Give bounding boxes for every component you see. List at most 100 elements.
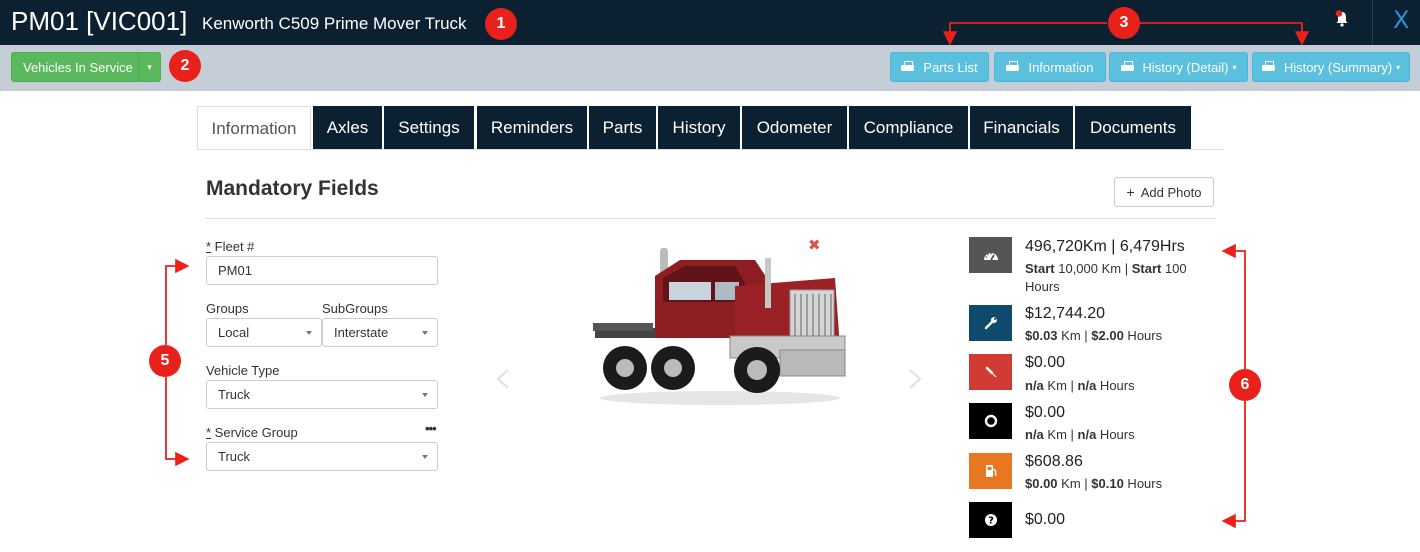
other-cost: $0.00 [1025,511,1066,528]
chevron-down-icon [422,393,428,397]
start-hours: 100 [1161,261,1187,276]
screwdriver-icon [969,354,1012,390]
subgroups-select[interactable]: Interstate [322,318,438,347]
groups-value: Local [218,325,250,340]
subgroups-label: SubGroups [322,301,388,316]
tab-axles[interactable]: Axles [313,106,382,150]
vehicle-code: PM01 [VIC001] [11,6,188,36]
caret-down-icon: ▾ [1396,62,1401,72]
more-options-icon[interactable]: ••• [425,421,437,436]
tab-documents[interactable]: Documents [1075,106,1191,150]
tab-odometer[interactable]: Odometer [742,106,847,150]
chevron-down-icon [422,455,428,459]
service-cost: $12,744.20 [1025,305,1106,322]
section-title: Mandatory Fields [206,177,379,200]
status-button-label: Vehicles In Service [23,60,133,75]
rate-unit: Hours [1123,476,1163,491]
printer-icon [1006,61,1020,73]
wrench-icon [969,305,1012,341]
service-group-value: Truck [218,449,251,464]
service-group-select[interactable]: Truck [206,442,438,471]
rate-hours: n/a [1077,378,1097,393]
start-km: 10,000 Km | [1054,261,1132,276]
groups-label: Groups [206,301,249,316]
tab-settings[interactable]: Settings [384,106,474,150]
fuel-cost-rate: $0.00 Km | $0.10 Hours [1025,475,1162,493]
tab-parts[interactable]: Parts [589,106,656,150]
subgroups-value: Interstate [334,325,389,340]
tab-reminders[interactable]: Reminders [477,106,587,150]
printer-icon [1120,61,1134,73]
vehicle-type-select[interactable]: Truck [206,380,438,409]
section-divider [206,218,1215,219]
repair-cost: $0.00 [1025,354,1066,371]
rate-unit: Hours [1096,378,1135,393]
repair-cost-rate: n/a Km | n/a Hours [1025,377,1135,395]
annotation-badge-2: 2 [169,50,201,82]
print-parts-list-button[interactable]: Parts List [890,52,989,82]
rate-km: $0.03 [1025,328,1058,343]
chevron-down-icon[interactable]: ▾ [138,53,160,81]
printer-icon [901,61,915,73]
tab-information[interactable]: Information [197,106,311,150]
topbar-divider [1372,0,1373,45]
rate-km: $0.00 [1025,476,1058,491]
odometer-total: 496,720Km | 6,479Hrs [1025,238,1185,255]
tyre-icon [969,403,1012,439]
caret-down-icon: ▾ [1232,62,1237,72]
vehicle-type-value: Truck [218,387,251,402]
close-button[interactable]: X [1393,6,1409,34]
tyre-cost-rate: n/a Km | n/a Hours [1025,426,1135,444]
annotation-badge-6: 6 [1229,369,1261,401]
rate-unit: Km | [1043,427,1078,442]
vehicle-type-label: Vehicle Type [206,363,280,378]
tab-history[interactable]: History [658,106,740,150]
remove-photo-icon[interactable]: ✖ [808,236,821,254]
annotation-badge-1: 1 [485,8,517,40]
fleet-number-input[interactable]: PM01 [206,256,438,285]
tab-underline [197,149,1223,150]
speedometer-icon [969,237,1012,273]
service-cost-rate: $0.03 Km | $2.00 Hours [1025,327,1162,345]
printer-icon [1261,61,1275,73]
vehicle-name: Kenworth C509 Prime Mover Truck [202,14,467,33]
status-dropdown-button[interactable]: Vehicles In Service ▾ [11,52,161,82]
fuel-pump-icon [969,453,1012,489]
hours-unit: Hours [1025,279,1060,294]
rate-km: n/a [1025,378,1044,393]
rate-unit: Km | [1057,328,1092,343]
fleet-label-text: Fleet # [211,239,255,254]
rate-unit: Hours [1096,427,1135,442]
chevron-down-icon [422,331,428,335]
fleet-label: * Fleet # [206,239,254,254]
chevron-down-icon [306,331,312,335]
tyre-cost: $0.00 [1025,404,1066,421]
start-label: Start [1025,261,1055,276]
question-icon: ? [969,502,1012,538]
carousel-prev-icon[interactable] [496,368,510,390]
rate-unit: Km | [1057,476,1092,491]
svg-text:?: ? [988,516,994,527]
vehicle-photo [593,248,846,405]
add-photo-button[interactable]: + Add Photo [1114,177,1214,207]
fuel-cost: $608.86 [1025,453,1083,470]
tab-compliance[interactable]: Compliance [849,106,968,150]
notification-bell-icon[interactable] [1334,10,1350,28]
groups-select[interactable]: Local [206,318,322,347]
parts-list-label: Parts List [923,59,978,75]
top-bar: PM01 [VIC001] Kenworth C509 Prime Mover … [0,0,1420,45]
rate-hours: n/a [1077,427,1097,442]
history-summary-label: History (Summary) [1283,59,1393,75]
rate-unit: Hours [1123,328,1163,343]
print-history-detail-button[interactable]: History (Detail) ▾ [1109,52,1248,82]
add-photo-label: Add Photo [1140,184,1202,200]
service-group-label-text: Service Group [211,425,298,440]
annotation-badge-3: 3 [1108,7,1140,39]
print-information-button[interactable]: Information [994,52,1106,82]
history-detail-label: History (Detail) [1142,59,1229,75]
plus-icon: + [1126,184,1135,200]
print-history-summary-button[interactable]: History (Summary) ▾ [1252,52,1410,82]
rate-unit: Km | [1043,378,1078,393]
carousel-next-icon[interactable] [908,368,922,390]
tab-financials[interactable]: Financials [970,106,1073,150]
